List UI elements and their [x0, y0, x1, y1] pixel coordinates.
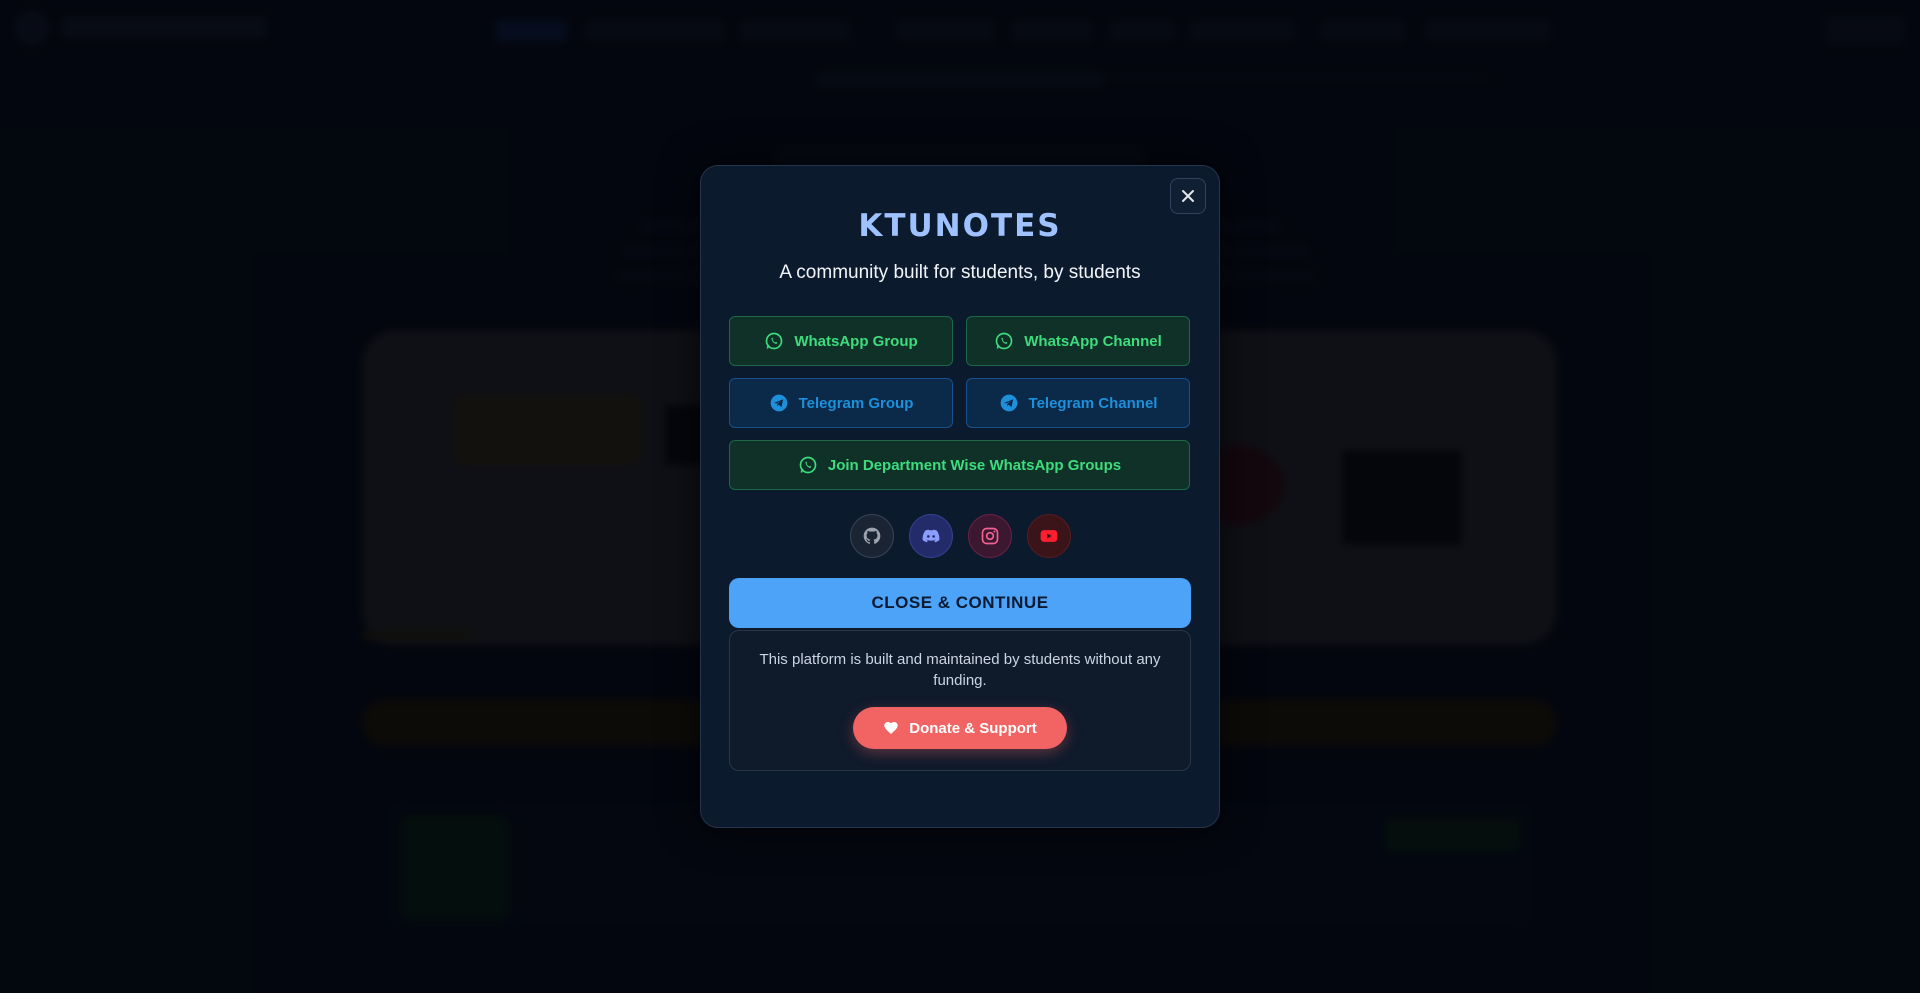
donate-label: Donate & Support	[909, 719, 1037, 737]
close-icon	[1182, 190, 1194, 202]
whatsapp-group-label: WhatsApp Group	[794, 332, 918, 350]
whatsapp-icon	[798, 455, 818, 475]
donate-message: This platform is built and maintained by…	[759, 651, 1161, 689]
github-icon	[863, 527, 881, 544]
whatsapp-channel-button[interactable]: WhatsApp Channel	[966, 316, 1190, 366]
whatsapp-group-button[interactable]: WhatsApp Group	[729, 316, 953, 366]
telegram-group-label: Telegram Group	[798, 394, 914, 412]
modal-subtitle: A community built for students, by stude…	[779, 262, 1141, 283]
instagram-icon	[981, 527, 999, 545]
close-continue-button[interactable]: CLOSE & CONTINUE	[729, 578, 1191, 628]
modal-title: KTUNOTES	[858, 208, 1062, 244]
telegram-icon	[769, 393, 789, 413]
discord-icon	[922, 529, 940, 543]
telegram-icon	[999, 393, 1019, 413]
discord-link[interactable]	[909, 514, 953, 558]
department-groups-label: Join Department Wise WhatsApp Groups	[827, 456, 1122, 474]
whatsapp-channel-label: WhatsApp Channel	[1024, 332, 1162, 350]
github-link[interactable]	[850, 514, 894, 558]
telegram-channel-button[interactable]: Telegram Channel	[966, 378, 1190, 428]
telegram-channel-label: Telegram Channel	[1028, 394, 1158, 412]
donate-button[interactable]: Donate & Support	[853, 707, 1067, 749]
whatsapp-icon	[764, 331, 784, 351]
telegram-group-button[interactable]: Telegram Group	[729, 378, 953, 428]
whatsapp-icon	[994, 331, 1014, 351]
youtube-link[interactable]	[1027, 514, 1071, 558]
youtube-icon	[1040, 530, 1058, 542]
instagram-link[interactable]	[968, 514, 1012, 558]
heart-icon	[884, 722, 898, 734]
department-groups-button[interactable]: Join Department Wise WhatsApp Groups	[729, 440, 1190, 490]
